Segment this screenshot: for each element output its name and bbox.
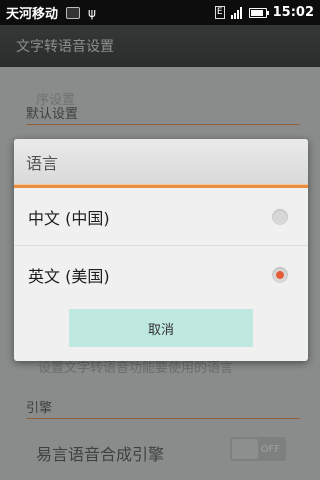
status-bar: 天河移动 ψ E 15:02 bbox=[0, 0, 320, 25]
sim-card-icon bbox=[66, 6, 81, 19]
clock: 15:02 bbox=[272, 5, 314, 20]
signal-icon bbox=[230, 6, 243, 19]
status-indicators: E 15:02 bbox=[214, 5, 314, 20]
cancel-button[interactable]: 取消 bbox=[69, 309, 253, 347]
network-type-icon: E bbox=[214, 6, 225, 19]
usb-icon: ψ bbox=[88, 5, 96, 20]
dialog-button-bar: 取消 bbox=[14, 305, 308, 361]
battery-icon bbox=[248, 7, 269, 18]
language-option-english[interactable]: 英文 (美国) bbox=[14, 246, 308, 304]
radio-checked-icon[interactable] bbox=[272, 267, 288, 283]
carrier-name: 天河移动 bbox=[6, 7, 59, 22]
dialog-title: 语言 bbox=[14, 139, 308, 188]
language-dialog: 语言 中文 (中国) 英文 (美国) 取消 bbox=[14, 139, 308, 361]
radio-unchecked-icon[interactable] bbox=[272, 208, 288, 225]
option-label: 英文 (美国) bbox=[28, 267, 110, 286]
language-option-chinese[interactable]: 中文 (中国) bbox=[14, 188, 308, 246]
option-label: 中文 (中国) bbox=[28, 208, 110, 228]
